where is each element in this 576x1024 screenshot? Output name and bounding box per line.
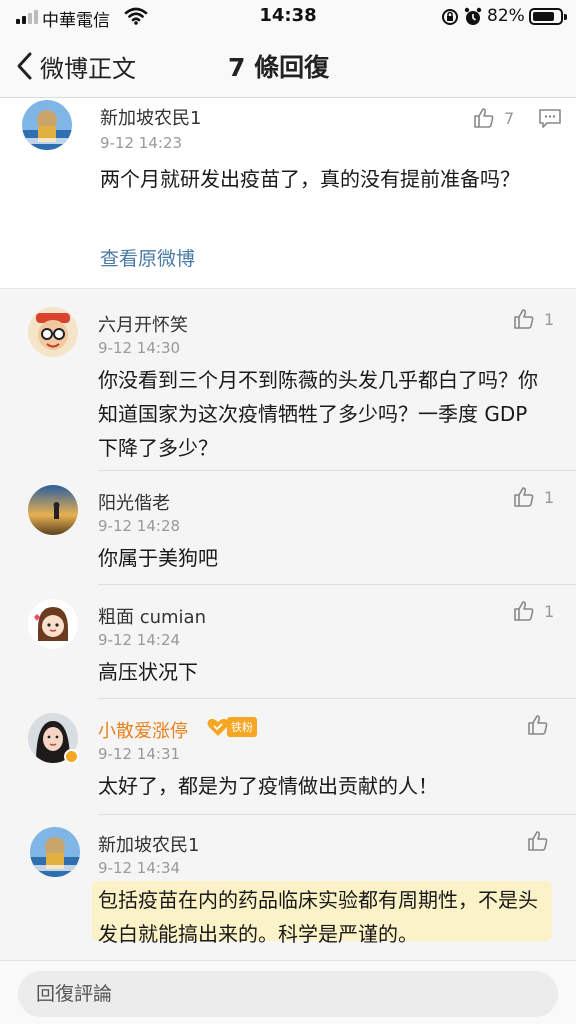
avatar[interactable]: [30, 827, 80, 877]
view-original-link[interactable]: 查看原微博: [100, 244, 195, 271]
author-name[interactable]: 小散爱涨停: [98, 717, 188, 743]
comment-time: 9-12 14:30: [98, 339, 181, 357]
chevron-left-icon: [17, 52, 32, 80]
comment-text: 太好了，都是为了疫情做出贡献的人！: [98, 774, 438, 798]
author-name[interactable]: 新加坡农民1: [100, 104, 201, 130]
thumbs-up-icon: [514, 601, 534, 621]
original-comment: 新加坡农民1 9-12 14:23 7 两个月就研发出疫苗了，真的没有提前准备吗…: [0, 98, 576, 288]
like-button[interactable]: 1: [512, 307, 554, 331]
thumbs-up-icon: [528, 831, 548, 851]
list-item: 小散爱涨停 铁粉 9-12 14:31 太好了，都是为了疫情做出贡献的人！: [0, 699, 576, 815]
list-item: 粗面 cumian 9-12 14:24 1 高压状况下: [0, 585, 576, 699]
fan-badge-label: 铁粉: [227, 717, 257, 737]
like-button[interactable]: 1: [512, 485, 554, 509]
list-item: 阳光偕老 9-12 14:28 1 你属于美狗吧: [0, 471, 576, 585]
comment-text: 包括疫苗在内的药品临床实验都有周期性，不是头发白就能搞出来的。科学是严谨的。: [98, 888, 538, 946]
like-button[interactable]: 7: [472, 106, 514, 130]
like-count: 1: [544, 601, 555, 621]
status-bar: 中華電信 14:38 82%: [0, 0, 576, 34]
list-item: 新加坡农民1 9-12 14:34 包括疫苗在内的药品临床实验都有周期性，不是头…: [0, 815, 576, 961]
thumbs-up-icon: [514, 309, 534, 329]
back-button[interactable]: 微博正文: [14, 48, 136, 84]
like-count: 1: [544, 309, 555, 329]
comment-text: 你没看到三个月不到陈薇的头发几乎都白了吗？你知道国家为这次疫情牺牲了多少吗？一季…: [98, 368, 538, 460]
alarm-icon: [464, 7, 482, 25]
thumbs-up-icon: [528, 715, 548, 735]
comment-time: 9-12 14:24: [98, 631, 181, 649]
author-name[interactable]: 六月开怀笑: [98, 311, 188, 337]
thumbs-up-icon: [474, 108, 494, 128]
reply-input[interactable]: [18, 971, 558, 1017]
comment-text: 两个月就研发出疫苗了，真的没有提前准备吗？: [100, 167, 520, 191]
back-label: 微博正文: [40, 54, 136, 83]
comment-time: 9-12 14:28: [98, 517, 181, 535]
comment-icon[interactable]: [538, 108, 562, 130]
avatar[interactable]: [28, 599, 78, 649]
author-name[interactable]: 新加坡农民1: [98, 831, 199, 857]
battery-icon: [529, 8, 567, 25]
list-item: 六月开怀笑 9-12 14:30 1 你没看到三个月不到陈薇的头发几乎都白了吗？…: [0, 289, 576, 471]
like-button[interactable]: 1: [512, 599, 554, 623]
reply-bar: [0, 960, 576, 1024]
like-count: 7: [504, 108, 515, 128]
like-button[interactable]: [526, 829, 550, 853]
navigation-bar: 微博正文 7 條回復: [0, 34, 576, 98]
reply-list: 六月开怀笑 9-12 14:30 1 你没看到三个月不到陈薇的头发几乎都白了吗？…: [0, 288, 576, 960]
comment-text: 你属于美狗吧: [98, 546, 218, 570]
avatar[interactable]: [28, 485, 78, 535]
avatar[interactable]: [28, 307, 78, 357]
comment-text: 高压状况下: [98, 660, 198, 684]
verified-icon: [64, 749, 79, 764]
author-name[interactable]: 阳光偕老: [98, 489, 170, 515]
thumbs-up-icon: [514, 487, 534, 507]
comment-time: 9-12 14:34: [98, 859, 181, 877]
battery-percent: 82%: [487, 6, 525, 26]
screen: 中華電信 14:38 82% 微博正文 7 條回復 新加坡农民1 9-12 14…: [0, 0, 576, 1024]
fan-badge[interactable]: 铁粉: [206, 717, 257, 737]
comment-time: 9-12 14:31: [98, 745, 181, 763]
rotation-lock-icon: [442, 9, 458, 25]
page-title: 7 條回復: [228, 53, 330, 82]
like-button[interactable]: [526, 713, 550, 737]
author-name[interactable]: 粗面 cumian: [98, 603, 206, 629]
avatar[interactable]: [22, 100, 72, 150]
comment-time: 9-12 14:23: [100, 134, 183, 152]
like-count: 1: [544, 487, 555, 507]
